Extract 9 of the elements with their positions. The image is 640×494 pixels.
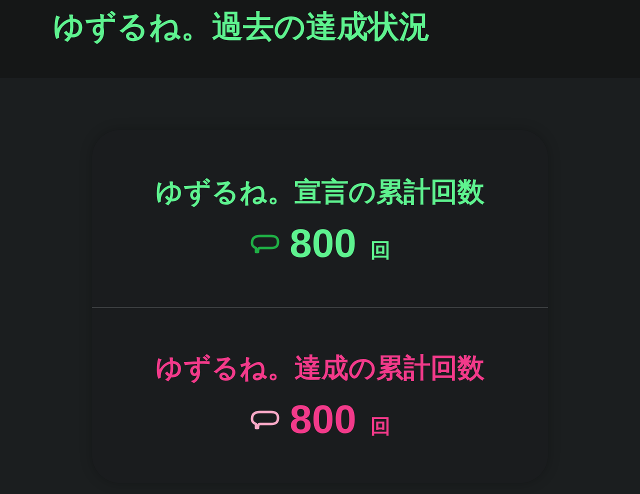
stat-label: ゆずるね。達成の累計回数: [156, 352, 484, 386]
stat-unit: 回: [370, 413, 390, 440]
stat-value: 800: [290, 222, 356, 267]
stat-unit: 回: [370, 237, 390, 264]
speech-bubble-icon: [250, 232, 280, 256]
speech-bubble-icon: [250, 408, 280, 432]
stat-value: 800: [290, 398, 356, 443]
page-title: ゆずるね。過去の達成状況: [53, 8, 430, 47]
stat-label: ゆずるね。宣言の累計回数: [156, 176, 484, 210]
